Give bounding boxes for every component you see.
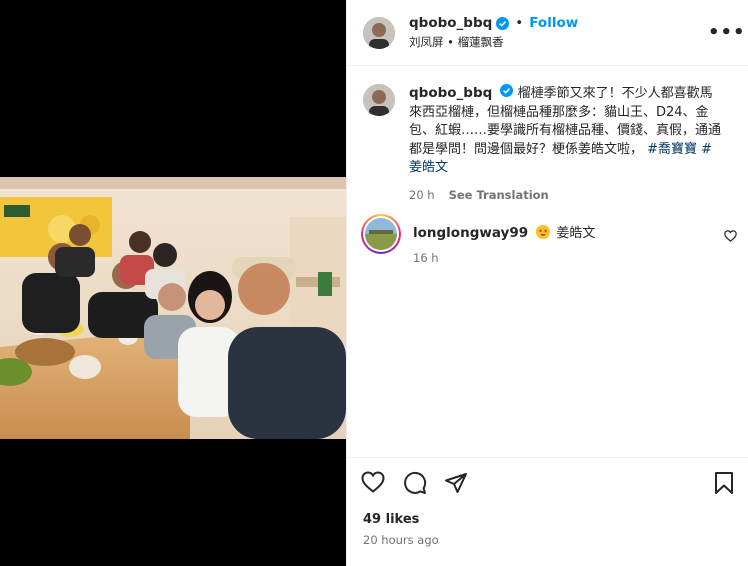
comment-like-heart-icon[interactable] — [724, 230, 737, 246]
star-struck-emoji-icon — [536, 225, 551, 239]
post-header: qbobo_bbq • Follow 刘凤屏 • 榴蓮飘香 ••• — [347, 0, 748, 66]
caption-avatar[interactable] — [363, 84, 395, 116]
separator-dot: • — [515, 15, 524, 31]
caption-username[interactable]: qbobo_bbq — [409, 85, 492, 101]
commenter-avatar — [365, 218, 397, 250]
post-media[interactable] — [0, 0, 346, 566]
more-options-icon[interactable]: ••• — [708, 22, 745, 43]
likes-count[interactable]: 49 likes — [363, 512, 419, 527]
caption-time[interactable]: 20 h — [409, 188, 435, 202]
paper-plane-icon[interactable] — [444, 471, 468, 499]
post-subtitle[interactable]: 刘凤屏 • 榴蓮飘香 — [409, 34, 708, 50]
verified-badge-icon — [496, 16, 510, 30]
comment-time[interactable]: 16 h — [413, 251, 739, 265]
comment-text: 姜皓文 — [556, 226, 596, 241]
group-photo-image — [0, 177, 346, 439]
caption: qbobo_bbq 榴槤季節又來了！不少人都喜歡馬來西亞榴槤，但榴槤品種那麼多：… — [363, 84, 733, 204]
author-username[interactable]: qbobo_bbq — [409, 15, 492, 31]
comment-item: longlongway99 姜皓文 16 h — [361, 214, 739, 265]
comment-icon[interactable] — [403, 471, 427, 499]
posted-time[interactable]: 20 hours ago — [363, 533, 439, 547]
bookmark-icon[interactable] — [714, 471, 734, 499]
see-translation-link[interactable]: See Translation — [449, 188, 549, 202]
follow-button[interactable]: Follow — [529, 15, 578, 31]
action-bar — [347, 457, 748, 507]
verified-badge-icon — [500, 84, 514, 97]
commenter-username[interactable]: longlongway99 — [413, 225, 528, 241]
story-ring[interactable] — [361, 214, 401, 254]
post-details-panel: qbobo_bbq • Follow 刘凤屏 • 榴蓮飘香 ••• qbobo_… — [346, 0, 748, 566]
heart-icon[interactable] — [361, 471, 385, 497]
post-photo — [0, 177, 346, 439]
author-avatar[interactable] — [363, 16, 395, 49]
